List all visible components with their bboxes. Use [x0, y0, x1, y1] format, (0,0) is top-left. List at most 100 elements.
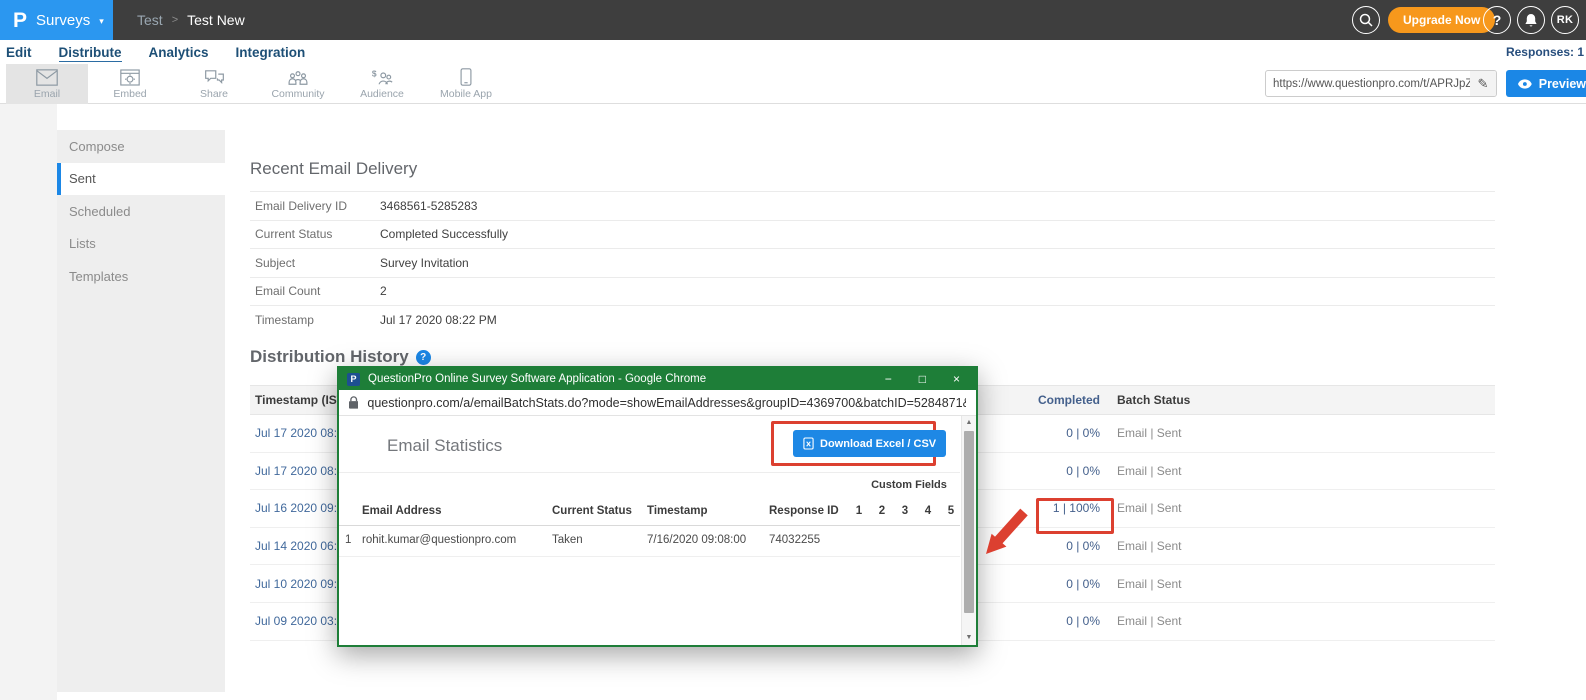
- questionpro-logo-icon: P: [13, 10, 27, 31]
- column-header-status: Current Status: [552, 505, 632, 517]
- share-icon: [204, 69, 225, 86]
- popup-title-bar[interactable]: P QuestionPro Online Survey Software App…: [339, 368, 976, 390]
- maximize-icon[interactable]: □: [919, 373, 926, 385]
- row-label: Current Status: [250, 227, 380, 241]
- avatar[interactable]: RK: [1551, 6, 1579, 34]
- divider: [339, 472, 960, 473]
- batch-status-value: Email | Sent: [1100, 539, 1250, 553]
- nav-tab[interactable]: Integration: [236, 45, 306, 60]
- highlight-box-completed: [1036, 498, 1114, 534]
- questionpro-app: P Surveys ▾ Test > Test New Upgrade Now …: [0, 0, 1586, 700]
- scroll-up-icon[interactable]: ▲: [962, 416, 976, 430]
- question-mark-icon: ?: [1493, 12, 1502, 28]
- batch-status-value: Email | Sent: [1100, 614, 1250, 628]
- column-header-custom-1: 1: [848, 505, 870, 517]
- eye-icon: [1518, 79, 1532, 89]
- nav-tab-label: Integration: [236, 45, 306, 60]
- popup-table-header: Email Address Current Status Timestamp R…: [339, 498, 960, 526]
- column-header-response-id: Response ID: [769, 505, 839, 517]
- row-label: Timestamp: [250, 313, 380, 327]
- sidebar-item[interactable]: Lists: [57, 228, 225, 261]
- close-icon[interactable]: ×: [953, 373, 960, 385]
- breadcrumb-separator: >: [172, 14, 178, 26]
- sidebar-item[interactable]: Templates: [57, 260, 225, 293]
- column-header-timestamp: Timestamp: [647, 505, 708, 517]
- chevron-down-icon: ▾: [99, 14, 104, 27]
- table-row: Timestamp Jul 17 2020 08:22 PM: [250, 305, 1495, 334]
- row-label: Subject: [250, 256, 380, 270]
- toolbar-item-label: Community: [271, 88, 324, 100]
- toolbar-item-share[interactable]: Share: [173, 64, 255, 104]
- toolbar-item-label: Mobile App: [440, 88, 492, 100]
- sidebar-item-label: Templates: [69, 269, 128, 284]
- row-value: Jul 17 2020 08:22 PM: [380, 313, 497, 327]
- nav-tab[interactable]: Analytics: [149, 45, 209, 60]
- edit-url-button[interactable]: ✎: [1470, 71, 1496, 96]
- row-status: Taken: [552, 534, 583, 546]
- scroll-down-icon[interactable]: ▼: [962, 631, 976, 645]
- popup-content: Email Statistics Download Excel / CSV Cu…: [339, 416, 976, 645]
- questionpro-favicon: P: [347, 373, 360, 386]
- custom-fields-label: Custom Fields: [844, 479, 974, 491]
- email-statistics-popup: P QuestionPro Online Survey Software App…: [337, 366, 978, 647]
- popup-scrollbar[interactable]: ▲ ▼: [961, 416, 976, 645]
- avatar-initials: RK: [1557, 14, 1574, 26]
- toolbar-item-audience[interactable]: $ Audience: [341, 64, 423, 104]
- email-sidebar: Compose Sent Scheduled Lists Templates: [57, 130, 225, 692]
- scrollbar-thumb[interactable]: [964, 431, 974, 613]
- nav-tab-label: Edit: [6, 45, 32, 60]
- column-header-custom-2: 2: [871, 505, 893, 517]
- toolbar-item-community[interactable]: Community: [257, 64, 339, 104]
- mobile-app-icon: [460, 68, 472, 86]
- popup-address-bar[interactable]: questionpro.com/a/emailBatchStats.do?mod…: [339, 390, 976, 416]
- help-button[interactable]: ?: [1483, 6, 1511, 34]
- toolbar-item-label: Embed: [113, 88, 146, 100]
- upgrade-now-button[interactable]: Upgrade Now: [1388, 7, 1495, 33]
- survey-url-field: ✎: [1265, 70, 1497, 97]
- breadcrumb-current: Test New: [187, 12, 245, 28]
- row-timestamp: 7/16/2020 09:08:00: [647, 534, 746, 546]
- responses-counter[interactable]: Responses: 1: [1506, 45, 1584, 59]
- table-row: Subject Survey Invitation: [250, 248, 1495, 277]
- help-tooltip-icon[interactable]: ?: [416, 350, 431, 365]
- row-value: Completed Successfully: [380, 227, 508, 241]
- batch-status-value: Email | Sent: [1100, 426, 1250, 440]
- download-label: Download Excel / CSV: [820, 438, 936, 450]
- sidebar-item[interactable]: Compose: [57, 130, 225, 163]
- sidebar-item[interactable]: Sent: [57, 163, 225, 196]
- pencil-icon: ✎: [1478, 76, 1489, 92]
- survey-url-input[interactable]: [1266, 78, 1470, 90]
- search-button[interactable]: [1352, 6, 1380, 34]
- preview-button[interactable]: Preview: [1506, 70, 1586, 97]
- breadcrumb: Test > Test New: [137, 0, 245, 40]
- row-value: Survey Invitation: [380, 256, 469, 270]
- notifications-button[interactable]: [1517, 6, 1545, 34]
- nav-tab[interactable]: Edit: [6, 45, 32, 60]
- excel-file-icon: [803, 437, 814, 450]
- surveys-menu[interactable]: P Surveys ▾: [0, 0, 113, 40]
- popup-window-title: QuestionPro Online Survey Software Appli…: [368, 373, 877, 385]
- distribution-history-label: Distribution History: [250, 347, 409, 367]
- email-icon: [35, 69, 59, 86]
- popup-table-row: 1 rohit.kumar@questionpro.com Taken 7/16…: [339, 526, 960, 557]
- minimize-icon[interactable]: −: [885, 373, 892, 385]
- download-excel-csv-button[interactable]: Download Excel / CSV: [793, 430, 946, 457]
- batch-status-value: Email | Sent: [1100, 464, 1250, 478]
- sidebar-item[interactable]: Scheduled: [57, 195, 225, 228]
- table-row: Email Count 2: [250, 277, 1495, 306]
- batch-status-value: Email | Sent: [1100, 577, 1250, 591]
- row-email: rohit.kumar@questionpro.com: [362, 534, 516, 546]
- column-header-custom-4: 4: [917, 505, 939, 517]
- distribution-history-title: Distribution History ?: [250, 347, 431, 367]
- top-bar: P Surveys ▾ Test > Test New Upgrade Now …: [0, 0, 1586, 40]
- left-gutter: [0, 104, 57, 700]
- breadcrumb-parent[interactable]: Test: [137, 12, 163, 28]
- nav-row: Edit Distribute Analytics Integration Respo…: [0, 40, 1586, 64]
- row-value: 3468561-5285283: [380, 199, 477, 213]
- toolbar-item-embed[interactable]: Embed: [89, 64, 171, 104]
- nav-tab[interactable]: Distribute: [59, 45, 122, 60]
- toolbar-item-mobile-app[interactable]: Mobile App: [425, 64, 507, 104]
- toolbar-item-email[interactable]: Email: [6, 64, 88, 104]
- email-statistics-heading: Email Statistics: [387, 436, 502, 456]
- nav-tab-label: Analytics: [149, 45, 209, 60]
